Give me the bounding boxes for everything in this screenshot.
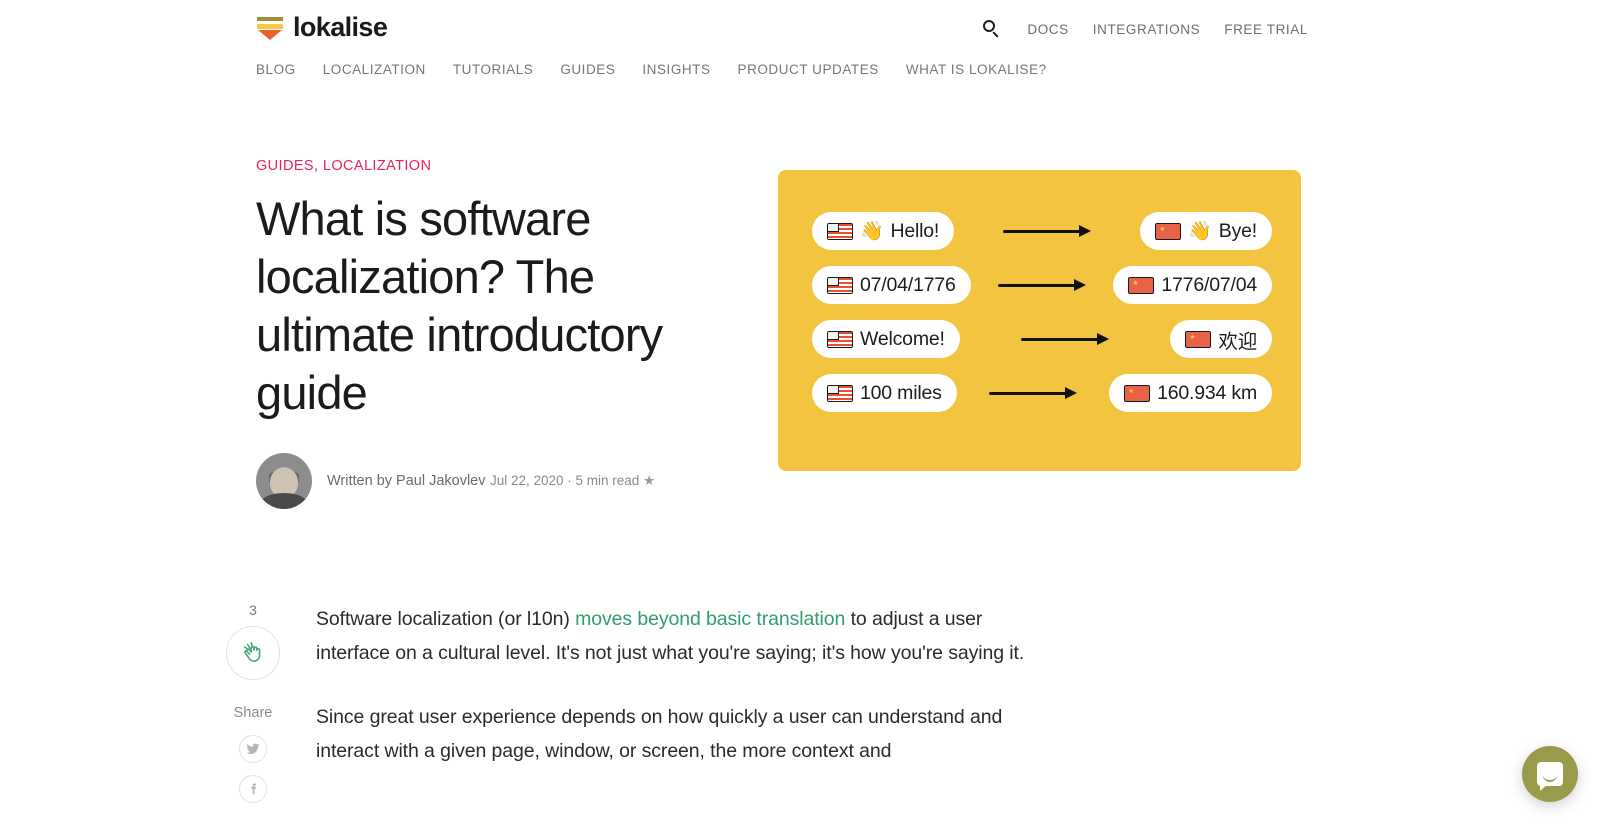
page-title: What is software localization? The ultim… [256,192,663,419]
hero-illustration: 👋 Hello! ★ 👋 Bye! 07/04/1776 ★ 1776/07/0… [778,170,1301,471]
target-pill: ★ 👋 Bye! [1140,212,1272,250]
share-icon-list [239,735,267,803]
article-hero: GUIDES, LOCALIZATION What is software lo… [0,150,1600,509]
target-text: Bye! [1218,219,1257,242]
translation-rows: 👋 Hello! ★ 👋 Bye! 07/04/1776 ★ 1776/07/0… [812,212,1272,412]
byline-text: Written by Paul Jakovlev Jul 22, 2020 · … [327,472,655,490]
article-byline: Written by Paul Jakovlev Jul 22, 2020 · … [256,453,726,509]
category-separator: , [314,158,319,174]
clap-icon[interactable] [226,626,280,680]
arrow-right-icon [957,387,1109,399]
arrow-right-icon [960,333,1171,345]
blog-nav: BLOG LOCALIZATION TUTORIALS GUIDES INSIG… [256,62,1047,77]
source-pill: 07/04/1776 [812,266,971,304]
site-logo[interactable]: lokalise [256,12,388,42]
translation-row: Welcome! ★ 欢迎 [812,320,1272,358]
target-text: 160.934 km [1157,381,1257,404]
source-text: Welcome! [860,327,945,350]
brand-wordmark: lokalise [293,12,388,42]
subnav-item-guides[interactable]: GUIDES [560,62,615,77]
us-flag-icon [827,330,853,348]
translation-row: 100 miles ★ 160.934 km [812,374,1272,412]
us-flag-icon [827,384,853,402]
share-label: Share [233,705,273,721]
target-text: 1776/07/04 [1161,273,1257,296]
primary-nav: DOCS INTEGRATIONS FREE TRIAL [983,20,1308,38]
source-text: Hello! [890,219,940,242]
arrow-right-icon [971,279,1114,291]
translation-row: 👋 Hello! ★ 👋 Bye! [812,212,1272,250]
hero-text-column: GUIDES, LOCALIZATION What is software lo… [256,158,726,509]
cn-flag-icon: ★ [1128,276,1155,294]
page-root: lokalise DOCS INTEGRATIONS FREE TRIAL BL… [0,0,1600,820]
search-icon[interactable] [983,20,1001,38]
nav-item-free-trial[interactable]: FREE TRIAL [1224,22,1308,37]
source-text: 100 miles [860,381,942,404]
arrow-right-icon [954,225,1140,237]
avatar [256,453,312,509]
category-link-guides[interactable]: GUIDES [256,158,314,174]
us-flag-icon [827,276,853,294]
source-pill: 100 miles [812,374,957,412]
chat-widget-button[interactable] [1522,746,1578,802]
source-pill: Welcome! [812,320,960,358]
facebook-icon[interactable] [239,775,267,803]
cn-flag-icon: ★ [1155,222,1182,240]
article-content: Software localization (or l10n) moves be… [316,602,1046,798]
lokalise-logo-icon [256,15,284,41]
site-header: lokalise DOCS INTEGRATIONS FREE TRIAL [0,0,1600,58]
paragraph-1: Software localization (or l10n) moves be… [316,602,1046,670]
target-pill: ★ 160.934 km [1109,374,1272,412]
category-link-localization[interactable]: LOCALIZATION [323,158,431,174]
target-text: 欢迎 [1218,330,1257,353]
inline-link-moves-beyond-basic-translation[interactable]: moves beyond basic translation [575,608,845,630]
wave-icon: 👋 [1188,220,1212,242]
favorite-star-icon[interactable]: ★ [643,473,655,488]
article-categories: GUIDES, LOCALIZATION [256,158,726,174]
subnav-item-blog[interactable]: BLOG [256,62,296,77]
article-meta: Jul 22, 2020 · 5 min read ★ [490,473,655,488]
subnav-item-product-updates[interactable]: PRODUCT UPDATES [738,62,879,77]
nav-item-docs[interactable]: DOCS [1027,22,1068,37]
twitter-icon[interactable] [239,735,267,763]
translation-row: 07/04/1776 ★ 1776/07/04 [812,266,1272,304]
source-text: 07/04/1776 [860,273,956,296]
target-pill: ★ 欢迎 [1170,320,1272,358]
share-sidebar: 3 Share [222,602,284,803]
subnav-item-localization[interactable]: LOCALIZATION [323,62,426,77]
us-flag-icon [827,222,853,240]
subnav-item-insights[interactable]: INSIGHTS [642,62,710,77]
nav-item-integrations[interactable]: INTEGRATIONS [1093,22,1200,37]
paragraph-2: Since great user experience depends on h… [316,706,1003,762]
target-pill: ★ 1776/07/04 [1113,266,1272,304]
source-pill: 👋 Hello! [812,212,955,250]
wave-icon: 👋 [860,220,884,242]
chat-bubble-icon [1537,762,1563,791]
subnav-item-what-is-lokalise[interactable]: WHAT IS LOKALISE? [906,62,1047,77]
subnav-item-tutorials[interactable]: TUTORIALS [453,62,533,77]
article-date-readtime: Jul 22, 2020 · 5 min read [489,473,640,488]
cn-flag-icon: ★ [1124,384,1151,402]
cn-flag-icon: ★ [1185,330,1212,348]
p1-before: Software localization (or l10n) [316,608,576,630]
author-name: Written by Paul Jakovlev [327,473,486,489]
clap-count: 3 [249,602,257,618]
